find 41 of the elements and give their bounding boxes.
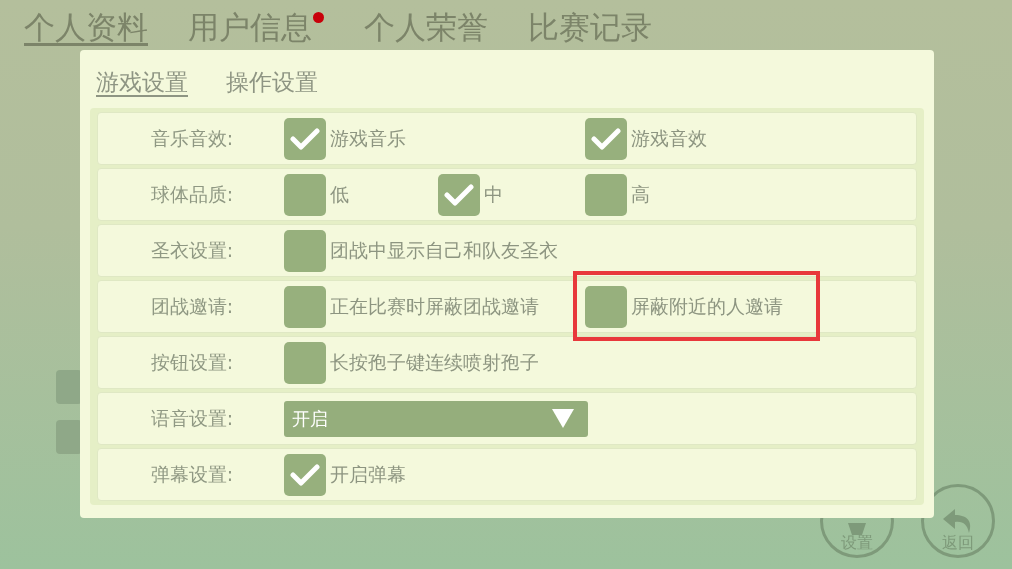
checkbox[interactable] — [438, 173, 480, 216]
side-button[interactable] — [56, 420, 82, 454]
check-icon — [444, 182, 474, 207]
option-label: 游戏音乐 — [330, 126, 406, 152]
tab[interactable]: 个人资料 — [24, 4, 148, 50]
option-label: 中 — [484, 182, 503, 208]
option-label: 游戏音效 — [631, 126, 707, 152]
setting-label: 弹幕设置: — [149, 462, 234, 488]
option-label: 高 — [631, 182, 650, 208]
option-label: 团战中显示自己和队友圣衣 — [330, 238, 558, 264]
option-label: 低 — [330, 182, 349, 208]
checkbox[interactable] — [585, 173, 627, 216]
setting-label: 按钮设置: — [149, 350, 234, 376]
setting-label: 圣衣设置: — [149, 238, 234, 264]
option-label: 屏蔽附近的人邀请 — [631, 294, 783, 320]
setting-label: 音乐音效: — [149, 126, 234, 152]
checkbox[interactable] — [284, 453, 326, 496]
checkbox[interactable] — [284, 173, 326, 216]
tab[interactable]: 用户信息 — [188, 4, 324, 50]
tab[interactable]: 操作设置 — [226, 64, 318, 100]
side-button[interactable] — [56, 370, 82, 404]
checkbox[interactable] — [284, 341, 326, 384]
setting-label: 语音设置: — [149, 406, 234, 432]
setting-label: 球体品质: — [149, 182, 234, 208]
checkbox[interactable] — [284, 117, 326, 160]
checkbox[interactable] — [284, 285, 326, 328]
checkbox[interactable] — [284, 229, 326, 272]
tab[interactable]: 比赛记录 — [528, 4, 652, 50]
setting-label: 团战邀请: — [149, 294, 234, 320]
check-icon — [290, 462, 320, 487]
dropdown[interactable]: 开启 — [284, 400, 588, 437]
option-label: 长按孢子键连续喷射孢子 — [330, 350, 539, 376]
check-icon — [290, 126, 320, 151]
checkbox[interactable] — [585, 117, 627, 160]
tab[interactable]: 个人荣誉 — [364, 4, 488, 50]
checkbox[interactable] — [585, 285, 627, 328]
option-label: 正在比赛时屏蔽团战邀请 — [330, 294, 539, 320]
option-label: 开启弹幕 — [330, 462, 406, 488]
tab[interactable]: 游戏设置 — [96, 64, 188, 100]
check-icon — [591, 126, 621, 151]
caret-icon — [552, 409, 574, 428]
